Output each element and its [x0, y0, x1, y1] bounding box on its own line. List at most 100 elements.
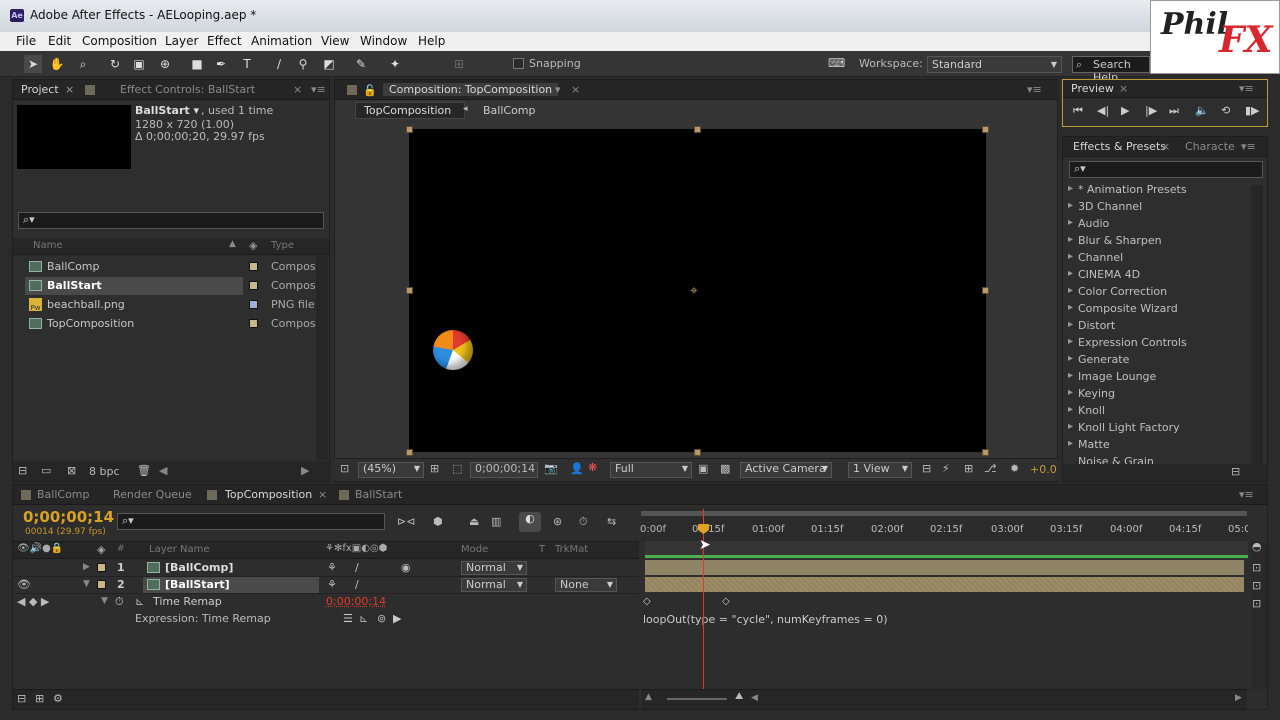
stopwatch-icon[interactable]: ⏱: [115, 595, 124, 609]
comp-flowchart-icon[interactable]: ⇆: [607, 515, 616, 528]
zoom-tool-icon[interactable]: ⌕: [74, 55, 92, 73]
comp-button-icon[interactable]: ⊡: [1252, 561, 1261, 574]
eye-icon[interactable]: 👁: [17, 578, 31, 591]
scroll-left-icon[interactable]: ◀: [751, 693, 758, 703]
transform-handle[interactable]: [406, 126, 413, 133]
effect-category-blur-sharpen[interactable]: Blur & Sharpen: [1068, 234, 1162, 247]
panel-menu-icon[interactable]: ▾≡: [1241, 140, 1256, 153]
next-frame-icon[interactable]: |▶: [1145, 104, 1157, 117]
transform-handle[interactable]: [406, 449, 413, 456]
layer-name[interactable]: [BallStart]: [165, 578, 230, 591]
effect-category-image-lounge[interactable]: Image Lounge: [1068, 370, 1156, 383]
new-composition-icon[interactable]: ⊠: [67, 464, 76, 477]
effect-category-cinema4d[interactable]: CINEMA 4D: [1068, 268, 1140, 281]
close-icon[interactable]: ×: [571, 83, 580, 96]
expression-enable-icon[interactable]: ☰: [343, 612, 353, 625]
close-icon[interactable]: ×: [1161, 140, 1170, 153]
flowchart-icon[interactable]: ⎇: [984, 462, 997, 475]
panel-menu-icon[interactable]: ▾≡: [1239, 488, 1254, 501]
effect-category-composite-wizard[interactable]: Composite Wizard: [1068, 302, 1178, 315]
ram-preview-icon[interactable]: ▮▶: [1245, 104, 1260, 117]
time-navigator[interactable]: [645, 541, 1248, 559]
project-scrollbar[interactable]: [316, 256, 328, 460]
timeline-current-time[interactable]: 0;00;00;14: [23, 508, 114, 526]
mini-flowchart-icon[interactable]: ⊳⊲: [397, 515, 415, 528]
close-icon[interactable]: ×: [293, 83, 302, 96]
pick-whip-icon[interactable]: ⊚: [377, 612, 386, 625]
draft-3d-icon[interactable]: ⬢: [433, 515, 443, 528]
panel-menu-icon[interactable]: ▾≡: [311, 83, 326, 96]
column-type[interactable]: Type: [271, 240, 294, 251]
menu-window[interactable]: Window: [360, 34, 407, 48]
quality-switch-icon[interactable]: ∕: [355, 578, 359, 591]
transform-handle[interactable]: [982, 287, 989, 294]
resolution-dropdown[interactable]: Full ▼: [610, 462, 692, 478]
previous-frame-icon[interactable]: ◀|: [1097, 104, 1109, 117]
expand-arrow-icon[interactable]: ▶: [83, 562, 90, 572]
layer-row-selected[interactable]: 👁 ▼ 2 [BallStart] ⚘ ∕ Normal ▼ None ▼: [13, 577, 639, 594]
search-help-input[interactable]: ⌕ Search Help: [1072, 56, 1150, 84]
column-trkmat[interactable]: TrkMat: [555, 544, 588, 555]
effect-category-knoll[interactable]: Knoll: [1068, 404, 1105, 417]
expression-graph-icon[interactable]: ⊾: [359, 612, 368, 625]
crumb-topcomposition[interactable]: TopComposition: [355, 102, 465, 119]
menu-help[interactable]: Help: [418, 34, 445, 48]
close-icon[interactable]: ×: [1119, 82, 1128, 95]
layer-name[interactable]: [BallComp]: [165, 561, 233, 574]
comp-button-icon[interactable]: ⊡: [1252, 579, 1261, 592]
trash-icon[interactable]: 🗑: [137, 464, 151, 477]
panel-menu-icon[interactable]: ▾≡: [1027, 83, 1042, 96]
menu-animation[interactable]: Animation: [251, 34, 312, 48]
beachball-image[interactable]: [433, 330, 473, 370]
chevron-down-icon[interactable]: ▾: [555, 83, 561, 96]
rectangle-tool-icon[interactable]: ■: [188, 55, 206, 73]
scroll-left-icon[interactable]: ◀: [159, 464, 167, 477]
label-swatch[interactable]: [97, 580, 106, 589]
mask-visibility-icon[interactable]: ⬚: [452, 462, 462, 475]
column-name[interactable]: Name: [33, 240, 63, 251]
tab-character[interactable]: Characte: [1185, 140, 1235, 153]
interpret-footage-icon[interactable]: ⊟: [18, 464, 27, 477]
transform-handle[interactable]: [982, 449, 989, 456]
tab-effects-presets[interactable]: Effects & Presets: [1073, 140, 1166, 153]
work-area-bar[interactable]: [641, 511, 1247, 516]
tab-ballstart[interactable]: BallStart: [355, 488, 402, 501]
menu-edit[interactable]: Edit: [48, 34, 71, 48]
crumb-ballcomp[interactable]: BallComp: [483, 104, 536, 117]
project-item[interactable]: Pw beachball.png PNG file: [13, 296, 317, 314]
pen-tool-icon[interactable]: ✒: [212, 55, 230, 73]
toggle-modes-icon[interactable]: ⊞: [35, 692, 44, 705]
effect-category-expression-controls[interactable]: Expression Controls: [1068, 336, 1187, 349]
tab-render-queue[interactable]: Render Queue: [113, 488, 192, 501]
timeline-icon[interactable]: ⊞: [964, 462, 973, 475]
scroll-right-icon[interactable]: ▶: [1235, 693, 1242, 703]
show-snapshot-icon[interactable]: 👤: [570, 462, 584, 475]
layer-mode-dropdown[interactable]: Normal ▼: [461, 578, 527, 592]
menu-file[interactable]: File: [16, 34, 36, 48]
zoom-out-icon[interactable]: ▲: [645, 692, 652, 702]
brush-tool-icon[interactable]: ∕: [270, 55, 288, 73]
toggle-pixel-aspect-icon[interactable]: ⊟: [922, 462, 931, 475]
keyframe-navigator-icon[interactable]: ◀ ◆ ▶: [17, 595, 49, 608]
collapse-arrow-icon[interactable]: ▼: [83, 579, 90, 589]
channel-icon[interactable]: ❋: [588, 461, 597, 474]
menu-effect[interactable]: Effect: [207, 34, 242, 48]
new-preset-icon[interactable]: ⊟: [1231, 465, 1240, 478]
time-remap-value[interactable]: 0;00;00;14: [326, 595, 386, 608]
effect-category-noise-grain[interactable]: Noise & Grain: [1078, 455, 1154, 464]
eraser-tool-icon[interactable]: ◩: [320, 55, 338, 73]
play-icon[interactable]: ▶: [1121, 104, 1129, 117]
safe-zones-icon[interactable]: ⊞: [430, 462, 439, 475]
transform-handle[interactable]: [406, 287, 413, 294]
motion-blur-icon[interactable]: ◐: [519, 512, 541, 532]
panel-menu-icon[interactable]: ▾≡: [1239, 82, 1254, 95]
anchor-point-icon[interactable]: ⌖: [690, 283, 698, 299]
expression-language-icon[interactable]: ▶: [393, 612, 401, 625]
loop-icon[interactable]: ⟲: [1221, 104, 1230, 117]
roto-tool-icon[interactable]: ✎: [352, 55, 370, 73]
zoom-slider[interactable]: [667, 698, 727, 700]
effect-category-distort[interactable]: Distort: [1068, 319, 1115, 332]
effect-category-channel[interactable]: Channel: [1068, 251, 1123, 264]
camera-dropdown[interactable]: Active Camera ▼: [740, 462, 832, 478]
effects-search-input[interactable]: ⌕▾: [1069, 161, 1263, 178]
